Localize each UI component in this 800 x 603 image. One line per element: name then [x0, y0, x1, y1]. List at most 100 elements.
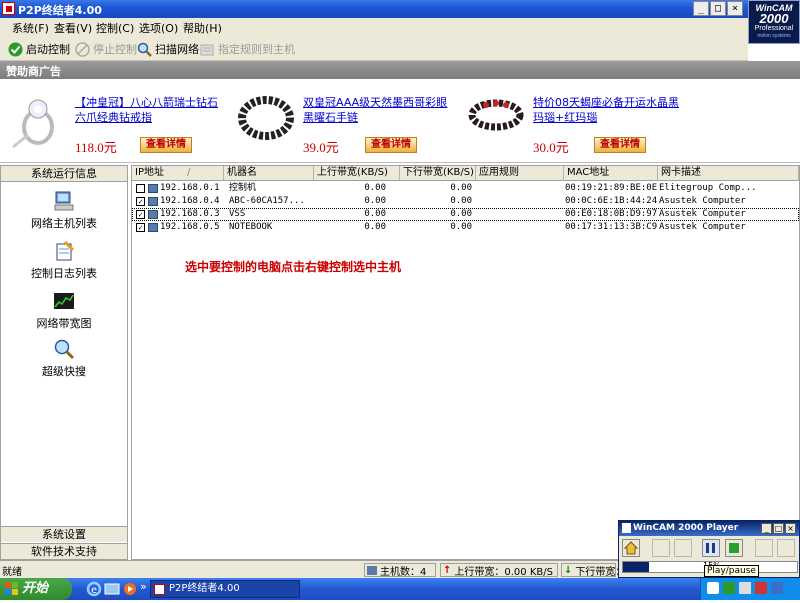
pause-icon[interactable]	[702, 539, 720, 557]
player-title[interactable]: WinCAM 2000 Player	[619, 521, 799, 536]
status-download: ↓ 下行带宽：	[561, 563, 625, 578]
sidebar-item-control-log[interactable]: 控制日志列表	[1, 240, 127, 281]
column-ip-label: IP地址	[135, 167, 164, 178]
tech-support-button[interactable]: 软件技术支持	[1, 543, 127, 559]
sponsor-header: 赞助商广告	[0, 61, 800, 79]
stop-control-button[interactable]: 停止控制	[75, 40, 137, 58]
ad-3-title[interactable]: 特价08天蝎座必备开运水晶黑玛瑙+红玛瑙	[533, 95, 683, 125]
tray-network-icon[interactable]	[723, 582, 735, 594]
cell-down: 0.00	[450, 183, 472, 193]
sidebar-item-bandwidth-chart[interactable]: 网络带宽图	[1, 290, 127, 331]
wincam-logo-line4: mirlon systems	[757, 33, 791, 39]
system-tray	[700, 578, 800, 600]
cell-ip: 192.168.0.3	[160, 209, 220, 219]
table-row[interactable]: ✓ 192.168.0.3 VSS 0.00 0.00 00:E0:18:0B:D9:97…	[132, 208, 799, 221]
ad-2-details-button[interactable]: 查看详情	[365, 137, 417, 153]
menu-options[interactable]: 选项(O)	[139, 20, 178, 36]
agate-bracelet-image[interactable]	[466, 87, 526, 149]
minimize-button[interactable]: _	[693, 1, 709, 16]
sidebar-item-host-list[interactable]: 网络主机列表	[1, 190, 127, 231]
bracelet-image[interactable]	[236, 87, 296, 149]
computer-icon	[148, 210, 158, 219]
cell-mac: 00:17:31:13:3B:C9	[565, 222, 658, 232]
cell-down: 0.00	[450, 222, 472, 232]
host-table: IP地址 / 机器名 上行带宽(KB/S) 下行带宽(KB/S) 应用规则 MA…	[131, 165, 800, 560]
host-count-icon	[367, 565, 377, 575]
menu-control[interactable]: 控制(C)	[96, 20, 134, 36]
download-arrow-icon: ↓	[564, 564, 573, 576]
start-control-button[interactable]: 启动控制	[8, 40, 70, 58]
ad-1-title[interactable]: 【冲皇冠】八心八箭瑞士钻石六爪经典钻戒指	[75, 95, 225, 125]
column-ip[interactable]: IP地址 /	[132, 166, 224, 181]
row-checkbox[interactable]: ✓	[136, 223, 145, 232]
system-info-header[interactable]: 系统运行信息	[1, 166, 127, 182]
computer-icon	[53, 190, 75, 212]
close-button[interactable]: ×	[727, 1, 743, 16]
column-upload[interactable]: 上行带宽(KB/S)	[314, 166, 400, 181]
maximize-button[interactable]: □	[710, 1, 726, 16]
stop-square-icon[interactable]	[725, 539, 743, 557]
ie-icon[interactable]: e	[86, 581, 102, 597]
row-checkbox[interactable]	[136, 184, 145, 193]
info-icon[interactable]	[777, 539, 795, 557]
quicklaunch-more[interactable]: »	[140, 580, 147, 593]
status-hosts: 主机数：4	[364, 563, 436, 578]
assign-rule-button[interactable]: 指定规则到主机	[200, 40, 295, 58]
sidebar-item-super-search-label: 超级快搜	[42, 365, 86, 378]
menu-system[interactable]: 系统(F)	[12, 20, 49, 36]
sidebar-item-super-search[interactable]: 超级快搜	[1, 338, 127, 379]
column-mac[interactable]: MAC地址	[564, 166, 658, 181]
column-nic[interactable]: 网卡描述	[658, 166, 799, 181]
media-icon[interactable]	[122, 581, 138, 597]
tray-wincam-icon[interactable]	[771, 582, 783, 594]
cell-nic: Asustek Computer	[659, 196, 746, 206]
start-button[interactable]: 开始	[0, 578, 72, 600]
column-download[interactable]: 下行带宽(KB/S)	[400, 166, 476, 181]
row-checkbox[interactable]: ✓	[136, 197, 145, 206]
player-app-icon	[622, 523, 631, 533]
desktop-icon[interactable]	[104, 581, 120, 597]
table-row[interactable]: ✓ 192.168.0.4 ABC-60CA157... 0.00 0.00 00:0C:…	[132, 195, 799, 208]
record-icon[interactable]	[674, 539, 692, 557]
wincam-logo-line3: Professional	[754, 25, 794, 32]
ad-3-details-button[interactable]: 查看详情	[594, 137, 646, 153]
p2p-app-icon	[154, 584, 165, 595]
table-row[interactable]: 192.168.0.1 控制机 0.00 0.00 00:19:21:89:BE:0E E…	[132, 182, 799, 195]
table-row[interactable]: ✓ 192.168.0.5 NOTEBOOK 0.00 0.00 00:17:31:13:…	[132, 221, 799, 234]
player-minimize-button[interactable]: _	[761, 523, 772, 534]
taskbar-item-label: P2P终结者4.00	[169, 583, 240, 594]
ad-2-title[interactable]: 双皇冠AAA级天然墨西哥彩眼黑曜石手链	[303, 95, 453, 125]
wincam-logo: WinCAM 2000 Professional mirlon systems	[748, 0, 800, 44]
column-name[interactable]: 机器名	[224, 166, 314, 181]
player-close-button[interactable]: ×	[785, 523, 796, 534]
menu-view[interactable]: 查看(V)	[54, 20, 92, 36]
player-progress-fill	[623, 562, 650, 572]
column-rule[interactable]: 应用规则	[476, 166, 564, 181]
system-settings-button[interactable]: 系统设置	[1, 526, 127, 542]
row-checkbox[interactable]: ✓	[136, 210, 145, 219]
cell-nic: Asustek Computer	[659, 222, 746, 232]
settings-icon[interactable]	[755, 539, 773, 557]
taskbar-item-p2p[interactable]: P2P终结者4.00	[150, 580, 300, 598]
cell-up: 0.00	[364, 196, 386, 206]
menu-help[interactable]: 帮助(H)	[183, 20, 222, 36]
tray-help-icon[interactable]	[707, 582, 719, 594]
sidebar-item-control-log-label: 控制日志列表	[31, 267, 97, 280]
tray-volume-icon[interactable]	[739, 582, 751, 594]
scan-network-button[interactable]: 扫描网络	[137, 40, 199, 58]
player-maximize-button[interactable]: □	[773, 523, 784, 534]
app-icon[interactable]	[2, 2, 15, 15]
ring-image[interactable]	[8, 87, 68, 149]
tray-antivirus-icon[interactable]	[755, 582, 767, 594]
sort-indicator: /	[187, 167, 191, 178]
title-bar: P2P终结者4.00 _ □ ×	[0, 0, 800, 18]
folder-icon[interactable]	[652, 539, 670, 557]
status-upload: ↑ 上行带宽：0.00 KB/S	[440, 563, 558, 578]
computer-icon	[148, 197, 158, 206]
ad-1-details-button[interactable]: 查看详情	[140, 137, 192, 153]
home-icon[interactable]	[622, 539, 640, 557]
status-ready: 就绪	[2, 566, 22, 578]
cell-mac: 00:19:21:89:BE:0E	[565, 183, 658, 193]
stop-icon	[75, 41, 90, 57]
cell-name: 控制机	[229, 183, 257, 193]
